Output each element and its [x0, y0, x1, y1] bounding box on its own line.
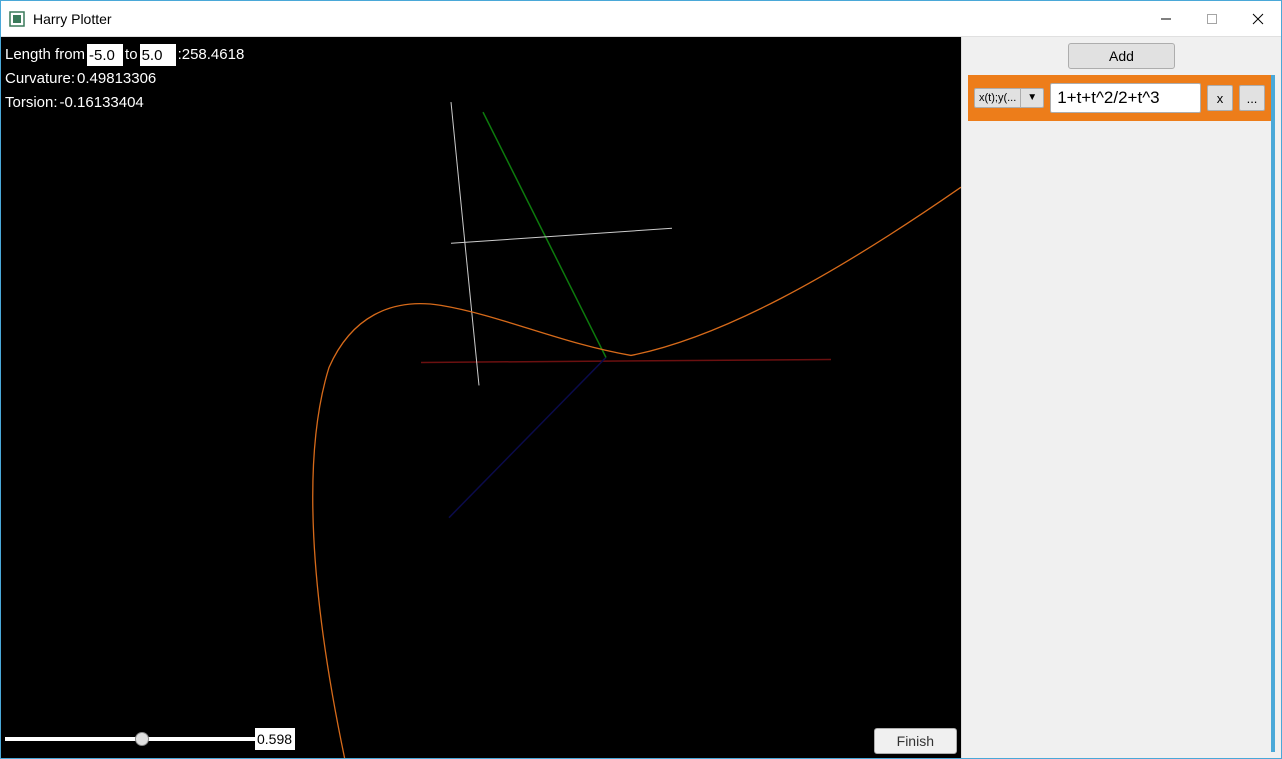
function-formula-input[interactable]	[1050, 83, 1201, 113]
add-button[interactable]: Add	[1068, 43, 1175, 69]
function-row: x(t);y(... ▼ x ...	[968, 75, 1271, 121]
length-result: :258.4618	[178, 43, 245, 67]
sidebar: Add x(t);y(... ▼ x ...	[961, 37, 1281, 758]
chevron-down-icon[interactable]: ▼	[1020, 88, 1044, 108]
close-button[interactable]	[1235, 1, 1281, 37]
length-to-input[interactable]	[140, 44, 176, 66]
function-list: x(t);y(... ▼ x ...	[968, 75, 1275, 752]
param-value-input[interactable]	[255, 728, 295, 750]
finish-button[interactable]: Finish	[874, 728, 957, 754]
app-icon	[9, 11, 25, 27]
function-type-label: x(t);y(...	[974, 88, 1020, 108]
curvature-value: 0.49813306	[77, 67, 156, 91]
content-area: Length from to :258.4618 Curvature: 0.49…	[1, 37, 1281, 758]
curvature-label: Curvature:	[5, 67, 75, 91]
window-controls	[1143, 1, 1281, 37]
torsion-value: -0.16133404	[60, 91, 144, 115]
plot-info-overlay: Length from to :258.4618 Curvature: 0.49…	[5, 43, 244, 115]
maximize-button[interactable]	[1189, 1, 1235, 37]
plot-canvas[interactable]: Length from to :258.4618 Curvature: 0.49…	[1, 37, 961, 758]
param-slider-row	[5, 728, 295, 750]
length-row: Length from to :258.4618	[5, 43, 244, 67]
torsion-label: Torsion:	[5, 91, 58, 115]
app-window: Harry Plotter	[0, 0, 1282, 759]
plot-svg	[1, 37, 961, 758]
minimize-button[interactable]	[1143, 1, 1189, 37]
curvature-row: Curvature: 0.49813306	[5, 67, 244, 91]
length-from-label: Length from	[5, 43, 85, 67]
param-slider[interactable]	[5, 737, 255, 741]
titlebar: Harry Plotter	[1, 1, 1281, 37]
function-type-dropdown[interactable]: x(t);y(... ▼	[974, 88, 1044, 108]
window-title: Harry Plotter	[33, 11, 112, 27]
length-to-label: to	[125, 43, 138, 67]
function-options-button[interactable]: ...	[1239, 85, 1265, 111]
torsion-row: Torsion: -0.16133404	[5, 91, 244, 115]
length-from-input[interactable]	[87, 44, 123, 66]
remove-function-button[interactable]: x	[1207, 85, 1233, 111]
